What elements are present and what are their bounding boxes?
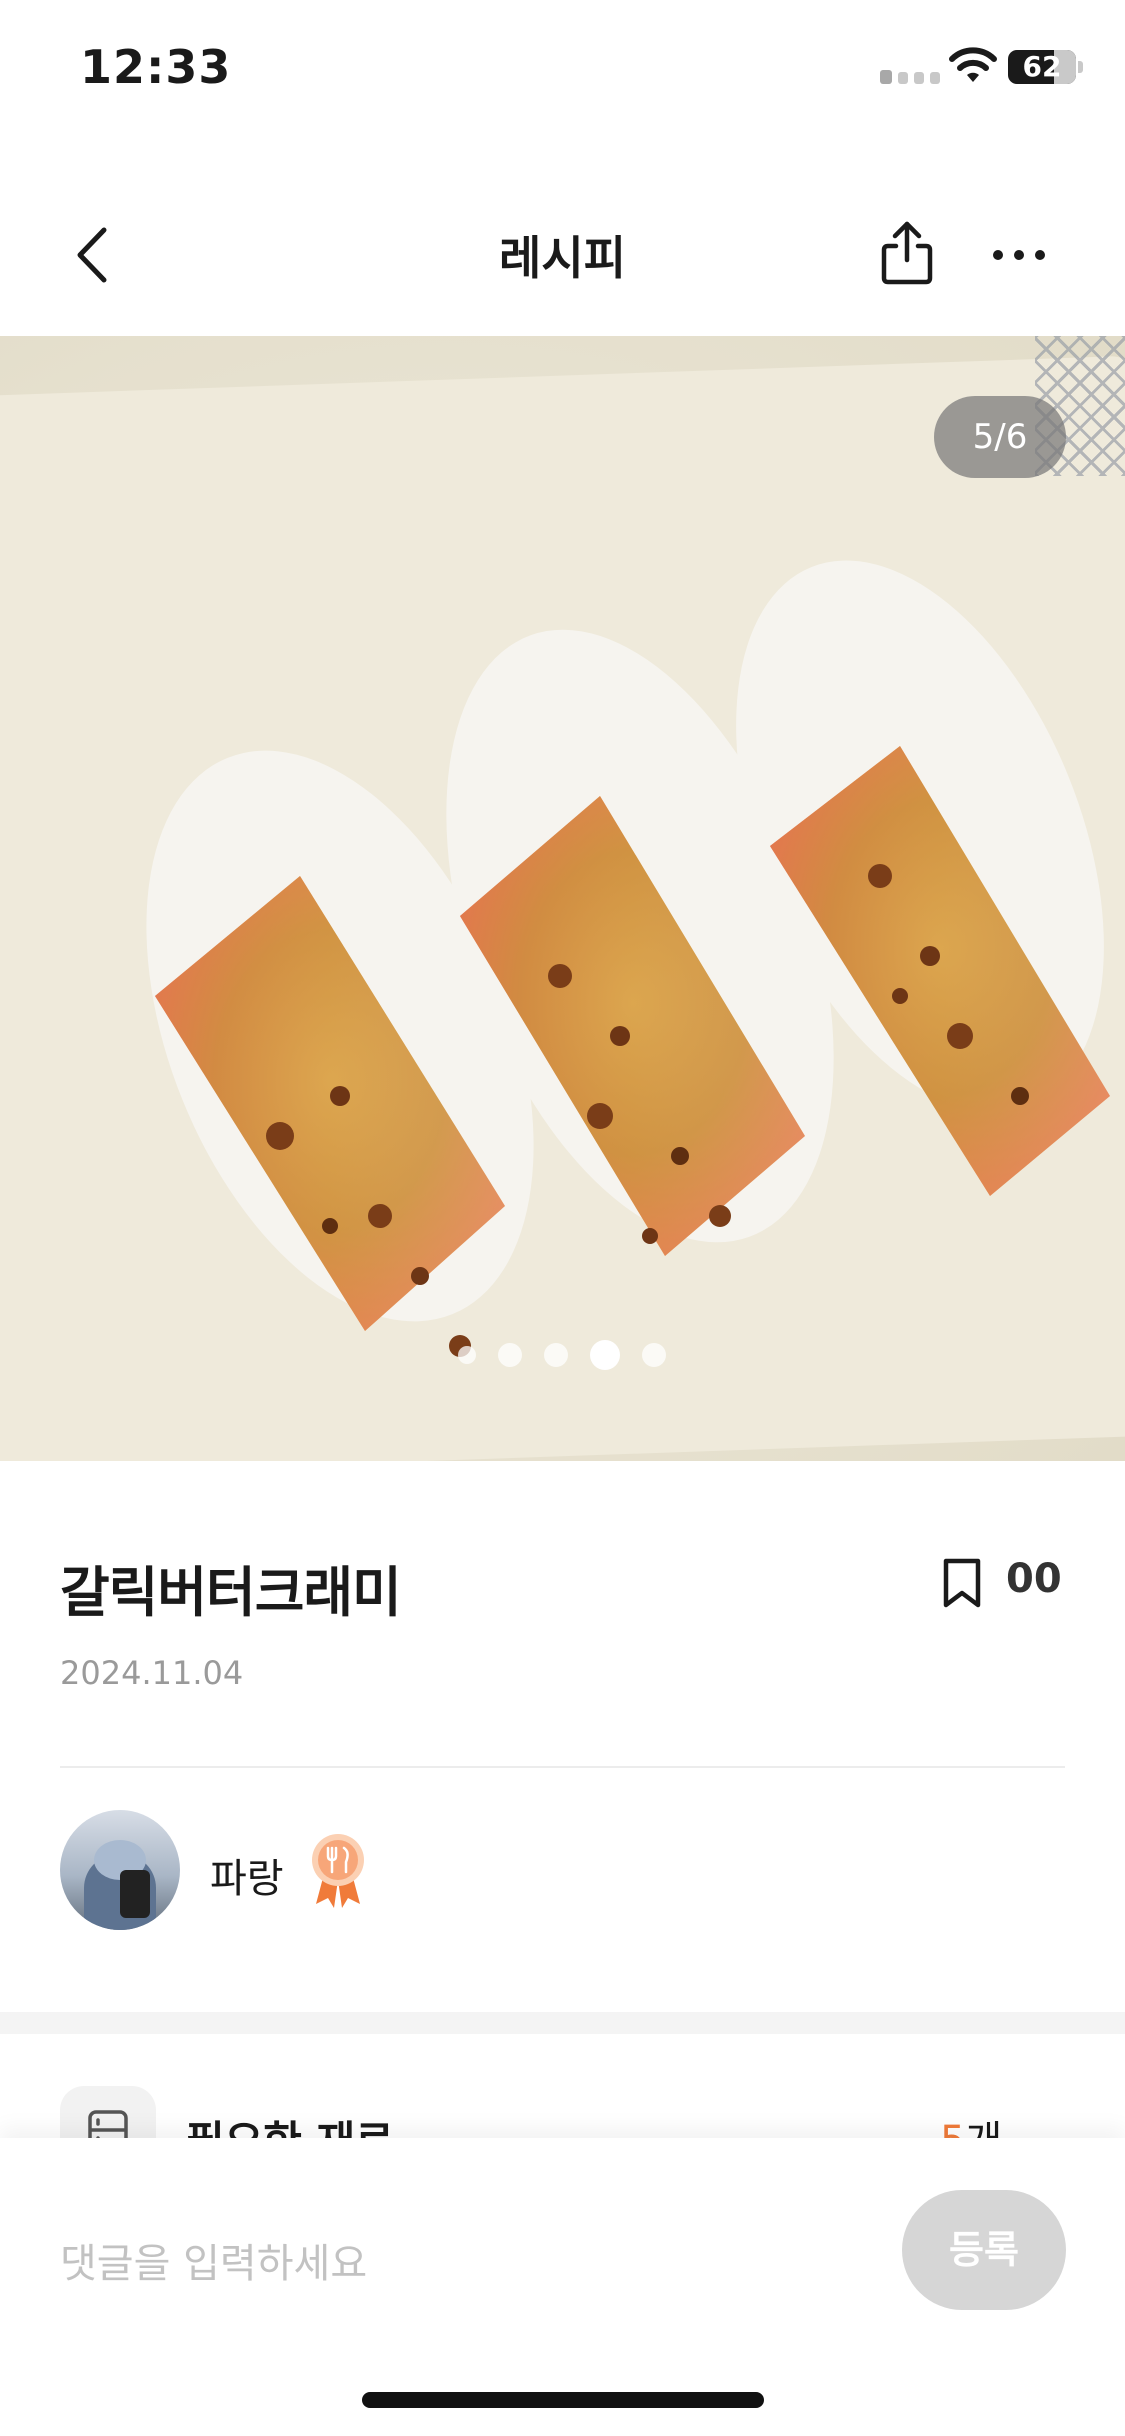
share-icon[interactable] — [870, 216, 944, 290]
recipe-photo — [146, 560, 1110, 1357]
fridge-icon — [60, 2086, 156, 2138]
chef-badge-icon — [312, 1834, 364, 1908]
carousel-dot[interactable] — [498, 1343, 522, 1367]
cellular-signal-icon — [880, 70, 940, 84]
back-icon[interactable] — [60, 220, 130, 290]
author-avatar[interactable] — [60, 1810, 180, 1930]
divider — [60, 1766, 1065, 1768]
battery-icon: 62 — [1008, 50, 1076, 84]
status-bar: 12:33 62 — [0, 0, 1125, 140]
author-name[interactable]: 파랑 — [210, 1846, 284, 1904]
photo-counter: 5/6 — [934, 396, 1066, 478]
comment-input[interactable] — [60, 2224, 880, 2304]
top-navigation: 레시피 — [0, 200, 1125, 310]
ingredients-section[interactable]: 필요한 재료 5개 — [0, 2034, 1125, 2138]
carousel-dot[interactable] — [544, 1343, 568, 1367]
ingredients-count: 5개 — [940, 2108, 1002, 2138]
carousel-dot-active[interactable] — [590, 1340, 620, 1370]
battery-tip — [1078, 61, 1083, 73]
bookmark-count: 00 — [1006, 1556, 1062, 1602]
section-separator — [0, 2012, 1125, 2034]
home-indicator[interactable] — [362, 2392, 764, 2408]
ingredients-count-number: 5 — [940, 2118, 965, 2138]
status-time: 12:33 — [80, 40, 232, 94]
recipe-photo-carousel[interactable]: 5/6 — [0, 336, 1125, 1461]
page-title: 레시피 — [499, 231, 626, 285]
bookmark-icon[interactable] — [940, 1556, 984, 1610]
carousel-dot[interactable] — [642, 1343, 666, 1367]
battery-level: 62 — [1022, 50, 1062, 83]
ingredients-label: 필요한 재료 — [186, 2108, 394, 2138]
more-icon[interactable] — [982, 220, 1056, 290]
wifi-icon — [949, 47, 997, 82]
recipe-date: 2024.11.04 — [60, 1654, 244, 1692]
carousel-dot[interactable] — [458, 1346, 476, 1364]
ingredients-count-unit: 개 — [965, 2118, 1002, 2138]
carousel-pagination — [458, 1340, 666, 1370]
recipe-title: 갈릭버터크래미 — [60, 1561, 402, 1624]
submit-comment-button[interactable]: 등록 — [902, 2190, 1066, 2310]
